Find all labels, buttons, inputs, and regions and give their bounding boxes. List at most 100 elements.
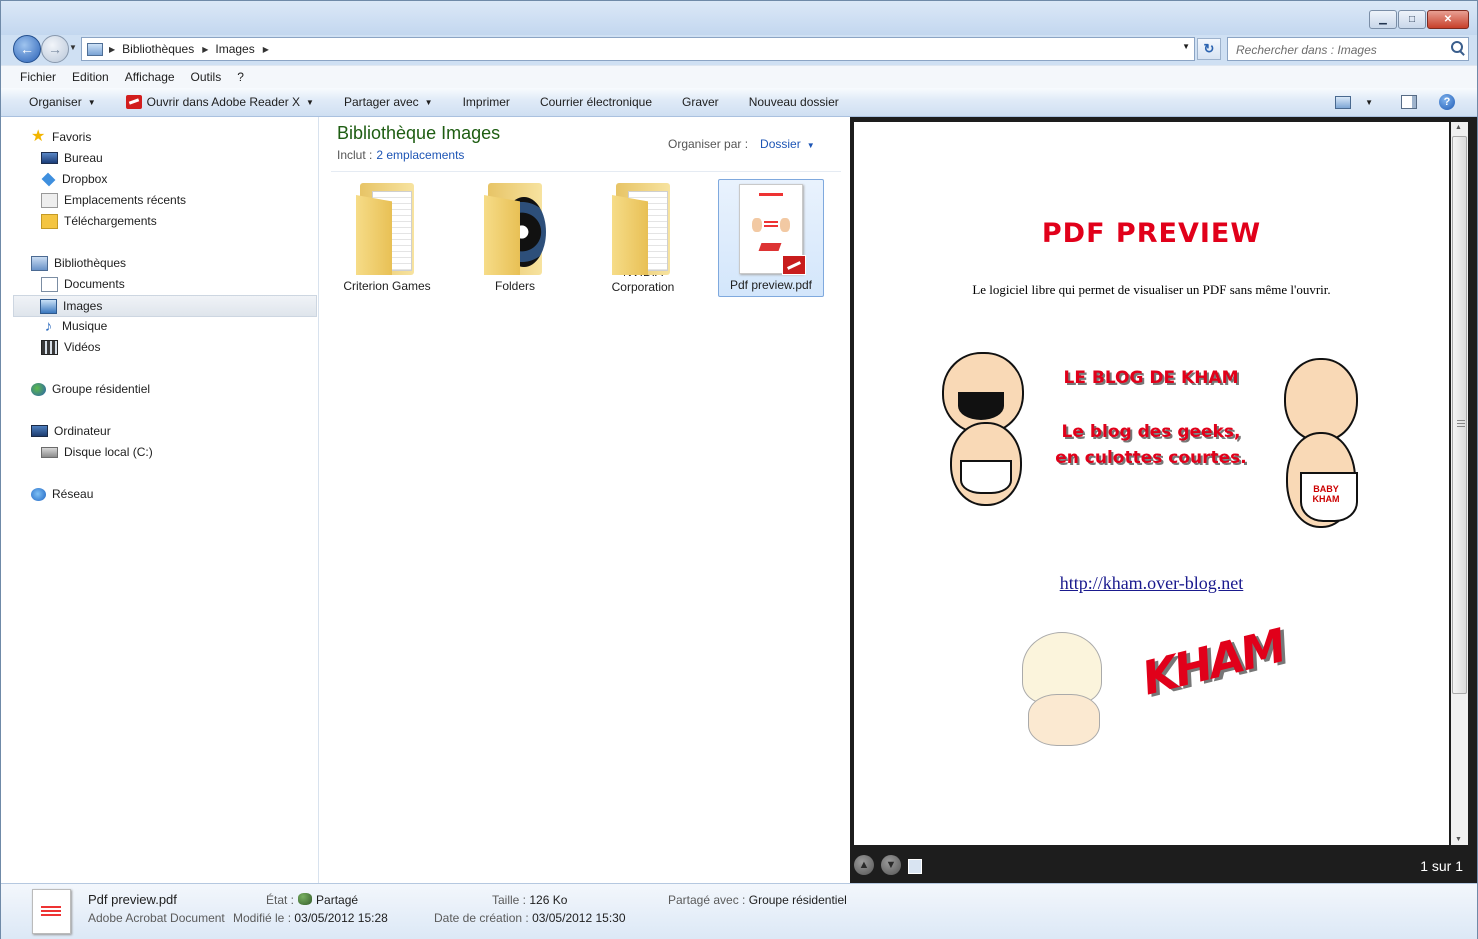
star-icon: ★ [31,128,46,145]
window-controls: ▁ □ ✕ [1368,10,1469,29]
minimize-icon: ▁ [1379,14,1387,25]
new-folder-button[interactable]: Nouveau dossier [734,95,854,109]
nav-computer[interactable]: Ordinateur [31,421,111,441]
nav-images[interactable]: Images [13,295,317,317]
page-view-icon[interactable] [908,859,922,874]
grip-icon [1457,420,1465,428]
menu-help[interactable]: ? [229,70,252,84]
menu-bar: Fichier Edition Affichage Outils ? [1,65,1477,88]
detail-file-name: Pdf preview.pdf [88,892,177,907]
close-button[interactable]: ✕ [1427,10,1469,29]
preview-controls: ▲ ▼ 1 sur 1 [850,847,1477,883]
baby-in-egg-illustration [1022,632,1102,747]
nav-downloads[interactable]: Téléchargements [41,211,157,231]
homegroup-icon [31,382,46,396]
search-input[interactable] [1234,40,1438,60]
includes-locations-link[interactable]: 2 emplacements [376,148,464,162]
scroll-up-icon[interactable]: ▲ [1455,124,1462,131]
preview-pane-toggle-icon[interactable] [1401,95,1417,109]
burn-button[interactable]: Graver [667,95,734,109]
blog-url-link[interactable]: http://kham.over-blog.net [854,573,1449,594]
menu-edition[interactable]: Edition [64,70,117,84]
modified-label: Modifié le : [233,911,292,925]
help-icon[interactable]: ? [1439,94,1455,110]
breadcrumb-libraries[interactable]: Bibliothèques [122,42,194,56]
blog-tagline-2: en culottes courtes. [1055,448,1247,468]
nav-documents[interactable]: Documents [41,274,125,294]
shared-with-value: Groupe résidentiel [748,893,847,907]
pdf-subtitle: Le logiciel libre qui permet de visualis… [972,282,1331,297]
scrollbar-thumb[interactable] [1452,136,1467,694]
navigation-row: ← → ▼ ▶ Bibliothèques ▶ Images ▶ ▼ ↻ [1,35,1477,65]
dropbox-icon [41,172,56,186]
scroll-down-icon[interactable]: ▼ [1455,836,1462,843]
arrange-by: Organiser par : Dossier ▼ [668,137,815,151]
film-strip-icon [41,339,58,355]
email-button[interactable]: Courrier électronique [525,95,667,109]
open-with-adobe-button[interactable]: Ouvrir dans Adobe Reader X ▼ [111,95,329,109]
address-bar[interactable]: ▶ Bibliothèques ▶ Images ▶ ▼ [81,37,1195,61]
arrow-up-icon: ▲ [858,859,870,871]
previous-page-button[interactable]: ▲ [854,855,874,875]
view-options-icon[interactable] [1335,95,1352,109]
nav-homegroup[interactable]: Groupe résidentiel [31,379,150,399]
menu-fichier[interactable]: Fichier [1,70,64,84]
nav-bureau[interactable]: Bureau [41,148,103,168]
computer-icon [31,425,48,437]
arrange-by-dropdown[interactable]: Dossier ▼ [760,137,815,151]
pdf-thumbnail [739,184,806,275]
next-page-button[interactable]: ▼ [881,855,901,875]
nav-videos[interactable]: Vidéos [41,337,100,357]
nav-libraries-label: Bibliothèques [54,256,127,270]
nav-recent-places[interactable]: Emplacements récents [41,190,186,210]
menu-outils[interactable]: Outils [183,70,230,84]
open-with-label: Ouvrir dans Adobe Reader X [146,95,301,109]
chevron-down-icon: ▼ [87,97,96,107]
share-with-button[interactable]: Partager avec ▼ [329,95,448,109]
music-note-icon: ♪ [44,317,53,335]
nav-local-disk[interactable]: Disque local (C:) [41,442,153,462]
recent-places-icon [41,192,58,208]
breadcrumb-chevron-icon[interactable]: ▶ [263,45,269,54]
preview-scrollbar[interactable]: ▲ ▼ [1451,122,1468,845]
title-bar[interactable]: ▁ □ ✕ [1,1,1477,35]
breadcrumb-chevron-icon[interactable]: ▶ [202,45,208,54]
nav-music-label: Musique [62,319,108,333]
nav-network[interactable]: Réseau [31,484,93,504]
preview-pane: PDF PREVIEW Le logiciel libre qui permet… [850,117,1477,883]
forward-button[interactable]: → [41,35,69,63]
nav-libraries[interactable]: Bibliothèques [31,253,126,273]
refresh-icon: ↻ [1203,41,1215,56]
minimize-button[interactable]: ▁ [1369,10,1397,29]
file-item[interactable]: Criterion Games [335,179,439,295]
detail-created: Date de création : 03/05/2012 15:30 [434,911,626,925]
recent-pages-dropdown[interactable]: ▼ [69,43,77,52]
breadcrumb-images[interactable]: Images [215,42,254,56]
nav-images-label: Images [63,299,103,313]
view-dropdown-icon[interactable]: ▼ [1365,98,1373,107]
library-title: Bibliothèque Images [337,123,501,143]
state-value: Partagé [316,893,359,907]
search-icon[interactable] [1451,41,1463,53]
file-item-selected[interactable]: Pdf preview.pdf [718,179,824,297]
libraries-icon [31,255,48,271]
nav-music[interactable]: ♪ Musique [41,316,108,336]
menu-affichage[interactable]: Affichage [117,70,183,84]
address-history-dropdown-icon[interactable]: ▼ [1182,42,1190,51]
maximize-icon: □ [1408,14,1416,25]
maximize-button[interactable]: □ [1398,10,1426,29]
shared-users-icon [298,893,313,905]
organise-button[interactable]: Organiser ▼ [1,95,111,109]
file-item[interactable]: NVIDIA Corporation [591,179,695,295]
nav-dropbox[interactable]: Dropbox [41,169,107,189]
nav-downloads-label: Téléchargements [64,214,157,228]
nav-favorites-label: Favoris [52,130,92,144]
refresh-button[interactable]: ↻ [1197,38,1221,60]
modified-value: 03/05/2012 15:28 [294,911,388,925]
folder-icon [612,181,674,275]
file-item[interactable]: Folders [463,179,567,295]
nav-favorites[interactable]: ★ Favoris [31,127,91,147]
back-button[interactable]: ← [13,35,41,63]
breadcrumb-chevron-icon[interactable]: ▶ [109,45,115,54]
print-button[interactable]: Imprimer [448,95,525,109]
